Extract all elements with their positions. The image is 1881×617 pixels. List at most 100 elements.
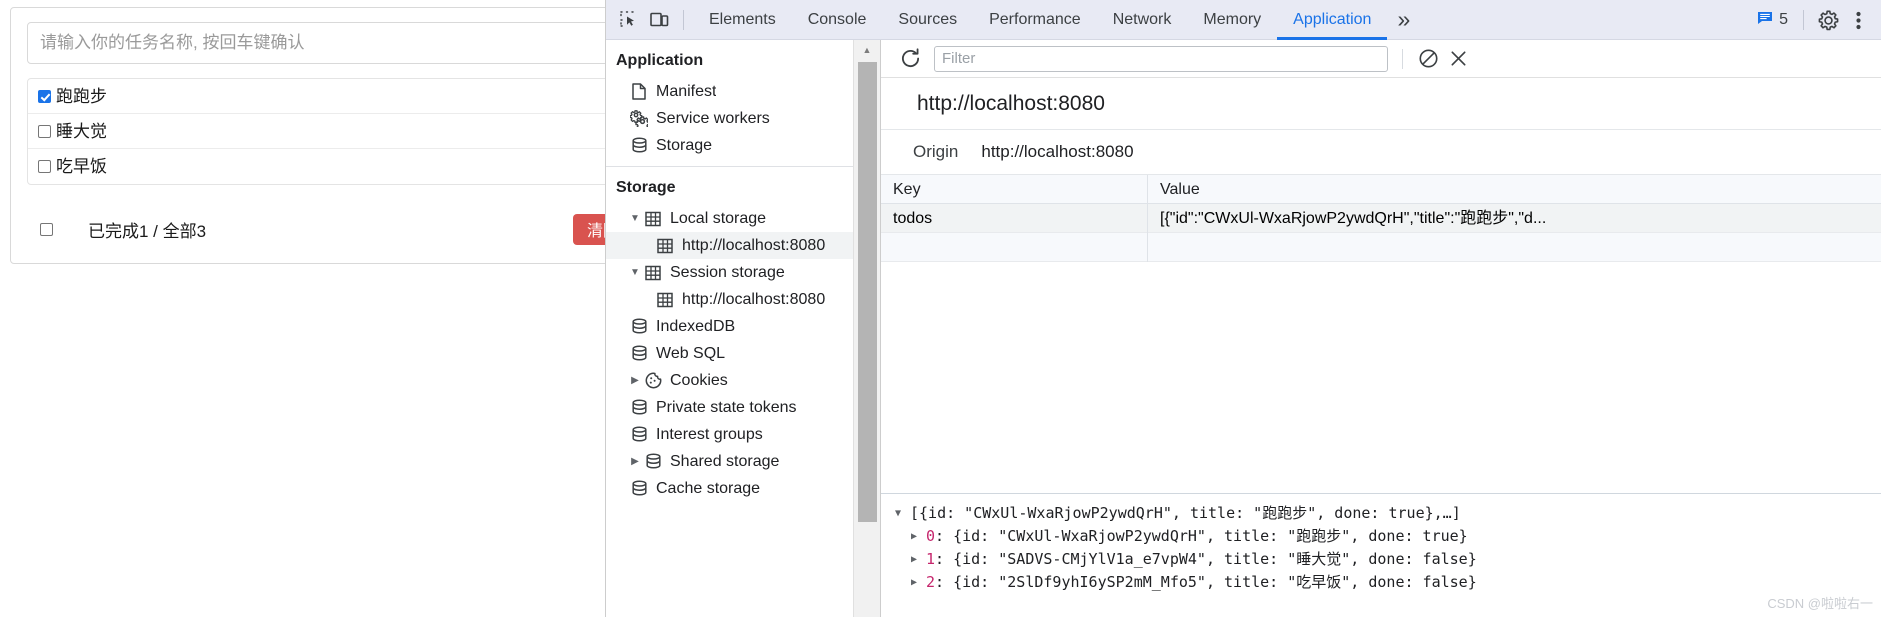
clear-all-icon[interactable] xyxy=(1413,45,1443,73)
sidebar-item-label: Web SQL xyxy=(656,344,726,362)
toolbar-divider-right xyxy=(1803,10,1804,30)
cell-key[interactable]: todos xyxy=(881,203,1148,233)
preview-root-line[interactable]: ▼ [{id: "CWxUl-WxaRjowP2ywdQrH", title: … xyxy=(895,502,1881,525)
todo-checkbox[interactable] xyxy=(38,124,51,138)
preview-child-index: 1 xyxy=(926,550,936,568)
chevron-down-icon[interactable]: ▼ xyxy=(628,267,642,278)
chevron-right-icon[interactable]: ▶ xyxy=(911,571,926,594)
inspect-element-icon[interactable] xyxy=(614,6,644,34)
sidebar-item-manifest[interactable]: Manifest xyxy=(606,78,880,105)
table-icon xyxy=(642,211,664,227)
sidebar-item-session-storage[interactable]: ▼ Session storage xyxy=(606,259,880,286)
tab-application[interactable]: Application xyxy=(1277,0,1387,40)
sidebar-item-session-storage-origin[interactable]: http://localhost:8080 xyxy=(606,286,880,313)
sidebar-item-interest-groups[interactable]: Interest groups xyxy=(606,421,880,448)
device-toolbar-icon[interactable] xyxy=(644,6,674,34)
sidebar-item-private-state-tokens[interactable]: Private state tokens xyxy=(606,394,880,421)
more-tabs-icon[interactable]: » xyxy=(1387,8,1420,31)
column-header-value[interactable]: Value xyxy=(1148,175,1881,204)
cookie-icon xyxy=(642,372,664,389)
tab-memory[interactable]: Memory xyxy=(1187,0,1277,40)
todo-item-label: 睡大觉 xyxy=(56,121,107,141)
database-icon xyxy=(628,318,650,335)
todo-footer: 已完成1 / 全部3 清除已完成 xyxy=(27,213,605,245)
preview-child-line[interactable]: ▶ 0 : {id: "CWxUl-WxaRjowP2ywdQrH", titl… xyxy=(895,525,1881,548)
table-icon xyxy=(654,292,676,308)
chevron-right-icon[interactable]: ▶ xyxy=(911,525,926,548)
application-sidebar: Application Manifest Service workers Sto… xyxy=(606,40,881,617)
preview-child-line[interactable]: ▶ 1 : {id: "SADVS-CMjYlV1a_e7vpW4", titl… xyxy=(895,548,1881,571)
preview-child-line[interactable]: ▶ 2 : {id: "2SlDf9yhI6ySP2mM_Mfo5", titl… xyxy=(895,571,1881,594)
origin-label: Origin xyxy=(913,142,959,161)
devtools-window: Elements Console Sources Performance Net… xyxy=(605,0,1881,617)
sidebar-item-service-workers[interactable]: Service workers xyxy=(606,105,880,132)
todo-checkbox[interactable] xyxy=(38,89,51,103)
toggle-all-checkbox[interactable] xyxy=(40,222,53,236)
todo-count-text: 已完成1 / 全部3 xyxy=(88,221,207,241)
cell-key-empty[interactable] xyxy=(881,232,1148,262)
sidebar-group-application: Application Manifest Service workers Sto… xyxy=(606,40,880,167)
messages-count: 5 xyxy=(1779,11,1788,28)
sidebar-item-label: Service workers xyxy=(656,109,770,127)
cell-value-empty[interactable] xyxy=(1148,233,1881,262)
preview-child-text: : {id: "CWxUl-WxaRjowP2ywdQrH", title: "… xyxy=(935,527,1468,545)
messages-badge[interactable]: 5 xyxy=(1751,10,1794,31)
chevron-right-icon[interactable]: ▶ xyxy=(628,456,642,467)
database-icon xyxy=(628,399,650,416)
table-icon xyxy=(642,265,664,281)
database-icon xyxy=(628,345,650,362)
scrollbar-thumb[interactable] xyxy=(858,62,877,522)
todo-item[interactable]: 跑跑步 xyxy=(28,79,605,114)
devtools-body: Application Manifest Service workers Sto… xyxy=(606,40,1881,617)
table-filler xyxy=(881,262,1881,493)
devtools-toolbar-right: 5 xyxy=(1751,0,1873,40)
gears-icon xyxy=(628,110,650,127)
sidebar-item-label: Cache storage xyxy=(656,479,761,497)
sidebar-item-label: Local storage xyxy=(670,209,767,227)
tab-sources[interactable]: Sources xyxy=(882,0,973,40)
tab-performance[interactable]: Performance xyxy=(973,0,1097,40)
chevron-down-icon[interactable]: ▼ xyxy=(895,502,910,525)
table-empty-row[interactable] xyxy=(881,232,1881,262)
sidebar-item-cache-storage[interactable]: Cache storage xyxy=(606,475,880,502)
sidebar-scrollbar[interactable]: ▲ xyxy=(853,40,880,617)
sidebar-title-application: Application xyxy=(616,52,704,69)
clear-completed-button[interactable]: 清除已完成 xyxy=(572,213,605,245)
sidebar-item-web-sql[interactable]: Web SQL xyxy=(606,340,880,367)
todo-item[interactable]: 睡大觉 xyxy=(28,114,605,149)
sidebar-item-shared-storage[interactable]: ▶ Shared storage xyxy=(606,448,880,475)
message-icon xyxy=(1757,10,1773,31)
todo-checkbox[interactable] xyxy=(38,160,51,173)
todo-item-label: 吃早饭 xyxy=(56,157,107,176)
tab-elements[interactable]: Elements xyxy=(693,0,792,40)
sidebar-item-storage[interactable]: Storage xyxy=(606,132,880,159)
sidebar-item-local-storage-origin[interactable]: http://localhost:8080 xyxy=(606,232,880,259)
chevron-right-icon[interactable]: ▶ xyxy=(628,375,642,386)
new-todo-input[interactable] xyxy=(27,22,605,64)
kebab-menu-icon[interactable] xyxy=(1843,6,1873,34)
gear-icon[interactable] xyxy=(1813,6,1843,34)
sidebar-group-storage: Storage ▼ Local storage http://localhost… xyxy=(606,167,880,502)
database-icon xyxy=(628,137,650,154)
column-header-key[interactable]: Key xyxy=(881,175,1148,204)
sidebar-item-indexeddb[interactable]: IndexedDB xyxy=(606,313,880,340)
delete-selected-icon[interactable] xyxy=(1443,45,1473,73)
chevron-right-icon[interactable]: ▶ xyxy=(911,548,926,571)
sidebar-item-label: Storage xyxy=(656,136,713,154)
sidebar-item-cookies[interactable]: ▶ Cookies xyxy=(606,367,880,394)
sidebar-title-storage: Storage xyxy=(616,179,676,196)
table-row[interactable]: todos [{"id":"CWxUl-WxaRjowP2ywdQrH","ti… xyxy=(881,203,1881,233)
tab-console[interactable]: Console xyxy=(792,0,883,40)
todo-app-card: 跑跑步 睡大觉 吃早饭 已完成1 / 全部3 清除已完成 xyxy=(10,7,605,264)
todo-item[interactable]: 吃早饭 xyxy=(28,149,605,184)
cell-value[interactable]: [{"id":"CWxUl-WxaRjowP2ywdQrH","title":"… xyxy=(1148,204,1881,233)
refresh-icon[interactable] xyxy=(895,45,925,73)
sidebar-item-label: IndexedDB xyxy=(656,317,736,335)
scroll-up-arrow-icon[interactable]: ▲ xyxy=(854,40,880,60)
tab-network[interactable]: Network xyxy=(1097,0,1188,40)
chevron-down-icon[interactable]: ▼ xyxy=(628,213,642,224)
sidebar-item-label: Session storage xyxy=(670,263,785,281)
filter-input[interactable] xyxy=(934,45,1388,72)
toolbar-divider xyxy=(683,9,684,30)
sidebar-item-local-storage[interactable]: ▼ Local storage xyxy=(606,205,880,232)
